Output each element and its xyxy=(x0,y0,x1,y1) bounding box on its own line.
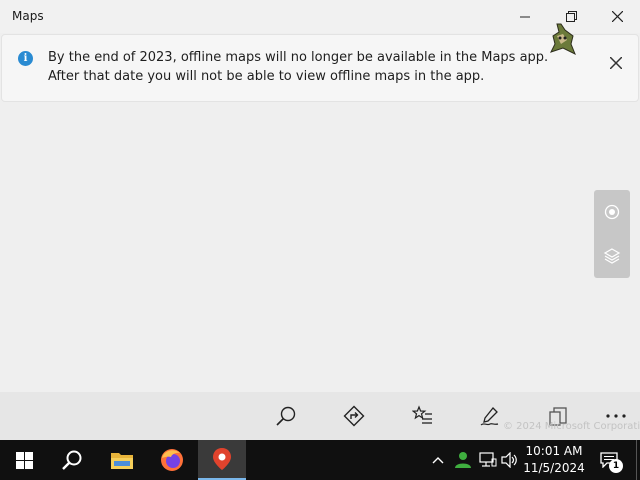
maps-taskbar-button[interactable] xyxy=(198,440,246,480)
title-bar[interactable]: Maps xyxy=(0,0,640,33)
devices-button[interactable] xyxy=(536,392,580,440)
dismiss-notice-button[interactable] xyxy=(604,51,628,75)
close-window-button[interactable] xyxy=(594,0,640,33)
ellipsis-icon xyxy=(606,414,626,418)
firefox-button[interactable] xyxy=(148,440,196,480)
minimize-button[interactable] xyxy=(502,0,548,33)
maps-toolbar: © 2024 Microsoft Corporation xyxy=(0,392,640,440)
network-icon xyxy=(479,452,497,467)
favorites-list-icon xyxy=(412,405,432,424)
directions-icon xyxy=(343,405,365,427)
show-desktop-button[interactable] xyxy=(636,440,640,480)
map-layers-button[interactable] xyxy=(594,234,630,278)
volume-button[interactable] xyxy=(500,440,520,480)
file-explorer-button[interactable] xyxy=(98,440,146,480)
firefox-icon xyxy=(161,449,183,471)
map-controls xyxy=(594,190,630,278)
maps-window: Maps i By the end of 2023, offline maps … xyxy=(0,0,640,440)
directions-button[interactable] xyxy=(332,392,376,440)
more-button[interactable] xyxy=(594,392,638,440)
pen-icon xyxy=(480,407,499,426)
target-icon xyxy=(604,204,620,220)
close-icon xyxy=(611,11,623,22)
tray-people-button[interactable] xyxy=(452,440,474,480)
taskbar: 10:01 AM 11/5/2024 xyxy=(0,440,640,480)
close-icon xyxy=(610,57,622,69)
maps-icon xyxy=(213,448,231,470)
info-icon: i xyxy=(18,51,33,66)
window-title: Maps xyxy=(12,9,44,23)
favorites-button[interactable] xyxy=(401,392,445,440)
minimize-icon xyxy=(520,16,530,17)
show-hidden-icons-button[interactable] xyxy=(428,440,448,480)
copyright-text: © 2024 Microsoft Corporation xyxy=(503,421,640,432)
locate-me-button[interactable] xyxy=(594,190,630,234)
ink-button[interactable] xyxy=(468,392,512,440)
mouse-cursor-icon xyxy=(550,23,576,56)
start-button[interactable] xyxy=(0,440,48,480)
clock-date: 11/5/2024 xyxy=(523,461,585,475)
network-button[interactable] xyxy=(477,440,499,480)
taskbar-search-button[interactable] xyxy=(48,440,96,480)
user-status-icon xyxy=(455,452,471,468)
notification-count-badge: 1 xyxy=(609,459,623,473)
search-icon xyxy=(62,450,82,470)
chevron-up-icon xyxy=(432,457,444,464)
folder-icon xyxy=(111,453,133,469)
search-button[interactable] xyxy=(264,392,308,440)
offline-maps-notice: i By the end of 2023, offline maps will … xyxy=(1,34,639,102)
taskbar-clock[interactable]: 10:01 AM 11/5/2024 xyxy=(522,443,586,477)
clock-time: 10:01 AM xyxy=(525,444,583,458)
layers-icon xyxy=(603,248,621,264)
volume-icon xyxy=(501,452,517,468)
restore-icon xyxy=(565,11,577,22)
map-canvas[interactable] xyxy=(0,102,640,392)
search-icon xyxy=(276,406,296,426)
windows-logo-icon xyxy=(15,451,33,469)
notice-message: By the end of 2023, offline maps will no… xyxy=(48,50,549,84)
